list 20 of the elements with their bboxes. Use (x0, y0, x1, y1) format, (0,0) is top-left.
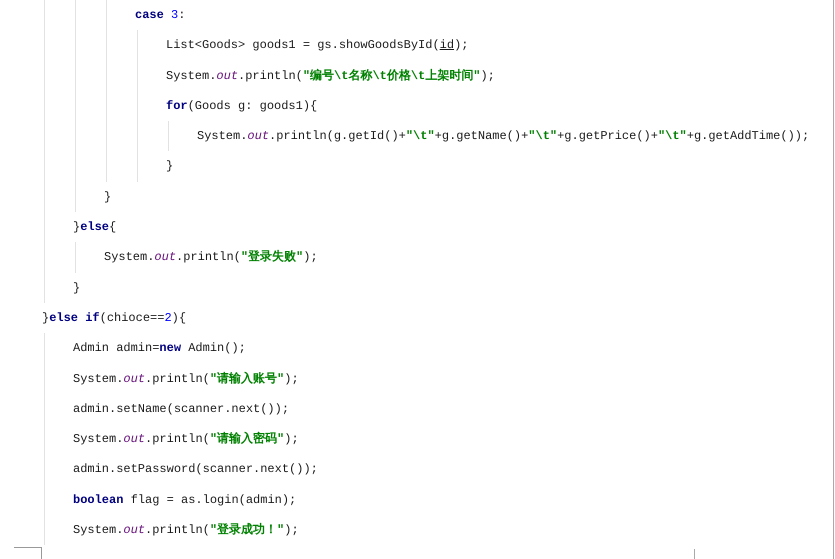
code-line: for(Goods g: goods1){ (166, 98, 318, 115)
code-line: admin.setPassword(scanner.next()); (73, 461, 318, 478)
code-line: System.out.println("请输入密码"); (73, 430, 299, 448)
code-line: System.out.println("登录成功！"); (73, 522, 299, 540)
code-line: System.out.println("请输入账号"); (73, 370, 299, 388)
code-line: boolean flag = as.login(admin); (73, 492, 296, 509)
code-line: }else if(chioce==2){ (42, 310, 186, 327)
code-line: } (104, 188, 112, 206)
code-line: admin.setName(scanner.next()); (73, 400, 290, 418)
code-line: System.out.println(g.getId()+"\t"+g.getName()+"\t"+g.getPrice()+"\t"+g.getAddTime()); (197, 128, 810, 146)
code-line: Admin admin=new Admin(); (73, 340, 246, 358)
code-line: }else{ (73, 219, 116, 236)
frame-tick (694, 549, 695, 559)
code-line: } (166, 158, 174, 176)
frame-corner (14, 547, 42, 559)
code-line: System.out.println("登录失败"); (104, 248, 318, 266)
code-line: System.out.println("编号\t名称\t价格\t上架时间"); (166, 68, 495, 85)
code-line: case 3: (135, 7, 186, 24)
code-line: List<Goods> goods1 = gs.showGoodsById(id); (166, 37, 468, 54)
code-line: } (73, 280, 80, 297)
